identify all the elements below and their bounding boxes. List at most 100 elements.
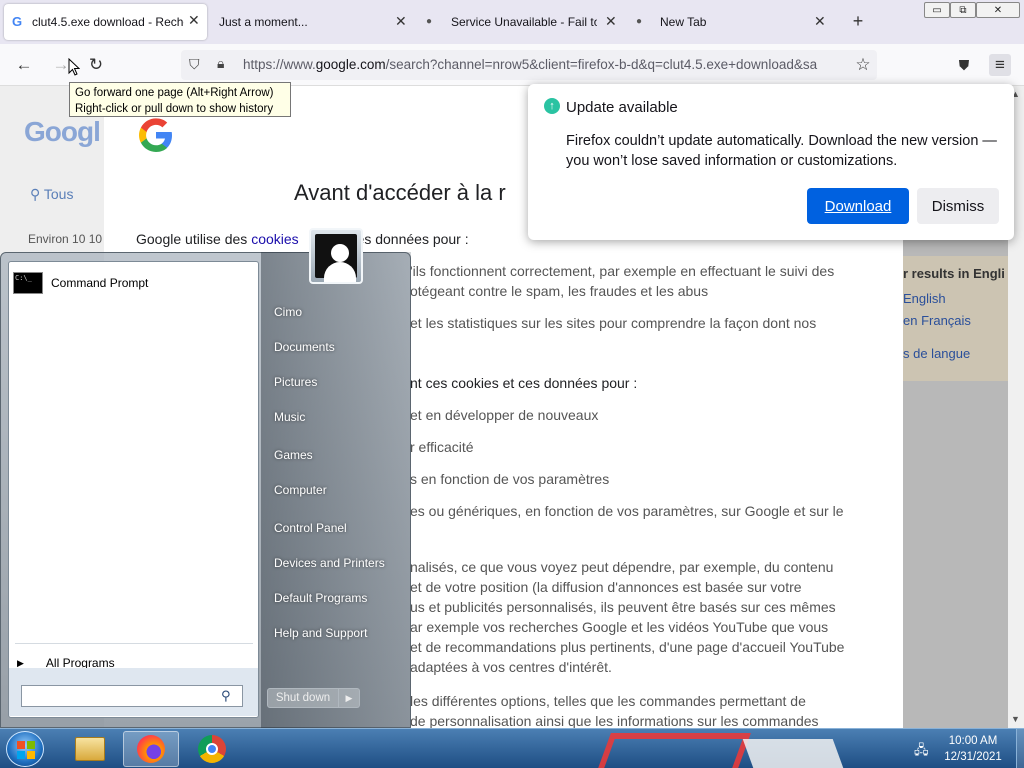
- start-item-devices-printers[interactable]: Devices and Printers: [274, 556, 385, 570]
- start-item-music[interactable]: Music: [274, 410, 305, 424]
- consent-line: et de votre position (la diffusion d'ann…: [410, 579, 802, 595]
- consent-line: nalisés, ce que vous voyez peut dépendre…: [410, 559, 834, 575]
- google-favicon-icon: G: [12, 14, 23, 29]
- shut-down-button[interactable]: Shut down: [267, 688, 339, 708]
- start-item-documents[interactable]: Documents: [274, 340, 335, 354]
- start-search-area: ⚲: [9, 668, 258, 716]
- tab-close-icon[interactable]: ✕: [814, 13, 826, 30]
- tab-service-unavailable[interactable]: ● Service Unavailable - Fail to c ✕: [420, 0, 632, 44]
- language-settings-link[interactable]: s de langue: [903, 346, 970, 361]
- language-panel: r results in Engli English en Français s…: [903, 256, 1008, 381]
- cookies-link[interactable]: cookies: [251, 231, 298, 247]
- start-menu-programs-pane: C:\_ Command Prompt ▶ All Programs: [8, 261, 259, 718]
- lock-icon[interactable]: 🔒︎: [217, 55, 224, 72]
- tab-close-icon[interactable]: ✕: [188, 12, 200, 29]
- back-button[interactable]: ←: [13, 54, 35, 76]
- consent-title: Avant d'accéder à la r: [294, 180, 506, 205]
- tab-all[interactable]: ⚲ Tous: [30, 186, 73, 203]
- language-heading: r results in Engli: [903, 266, 1005, 281]
- start-item-games[interactable]: Games: [274, 448, 313, 462]
- google-logo-faded: Googl: [24, 116, 101, 147]
- consent-intro: Google utilise des cookies es données po…: [136, 231, 469, 247]
- network-icon[interactable]: 🖧︎: [914, 741, 929, 763]
- new-tab-button[interactable]: +: [849, 11, 867, 32]
- clock-time: 10:00 AM: [948, 735, 998, 747]
- search-icon[interactable]: ⚲: [221, 688, 231, 704]
- system-clock[interactable]: 10:00 AM 12/31/2021: [936, 733, 1010, 765]
- consent-line: les différentes options, telles que les …: [410, 693, 806, 709]
- download-button[interactable]: Download: [807, 188, 909, 224]
- update-title: Update available: [566, 99, 678, 116]
- start-item-control-panel[interactable]: Control Panel: [274, 521, 347, 535]
- close-window-button[interactable]: ✕: [976, 2, 1020, 18]
- minimize-button[interactable]: ▭: [924, 2, 950, 18]
- pinned-item-label: Command Prompt: [51, 276, 149, 290]
- update-arrow-icon: ↑: [544, 98, 560, 114]
- desktop-screen: G clut4.5.exe download - Recherche ✕ Jus…: [0, 0, 1024, 768]
- mouse-pointer-icon: [68, 58, 80, 76]
- consent-line: de personnalisation ainsi que les inform…: [410, 713, 819, 728]
- consent-line: otégeant contre le spam, les fraudes et …: [410, 283, 709, 299]
- start-search-input[interactable]: [21, 685, 243, 707]
- tab-close-icon[interactable]: ✕: [605, 13, 617, 30]
- folder-icon: [75, 737, 105, 761]
- forward-tooltip: Go forward one page (Alt+Right Arrow) Ri…: [69, 82, 291, 117]
- tab-loading-dot-icon: ●: [426, 16, 433, 27]
- scroll-down-icon[interactable]: ▼: [1011, 714, 1020, 724]
- taskbar-file-explorer[interactable]: [62, 731, 118, 767]
- tooltip-line1: Go forward one page (Alt+Right Arrow): [75, 87, 274, 99]
- tab-active[interactable]: G clut4.5.exe download - Recherche ✕: [4, 4, 207, 40]
- start-item-help-support[interactable]: Help and Support: [274, 626, 367, 640]
- windows-logo-icon: [17, 741, 35, 759]
- taskbar-chrome[interactable]: [184, 731, 240, 767]
- tab-close-icon[interactable]: ✕: [395, 13, 407, 30]
- pinned-command-prompt[interactable]: C:\_ Command Prompt: [13, 270, 256, 296]
- consent-line: us et publicités personnalisés, ils peuv…: [410, 599, 836, 615]
- consent-line: et de recommandations plus pertinents, d…: [410, 639, 845, 655]
- consent-line: ar exemple vos recherches Google et les …: [410, 619, 829, 635]
- taskbar: 🖧︎ 10:00 AM 12/31/2021: [0, 728, 1024, 768]
- results-count: Environ 10 10: [28, 232, 103, 246]
- firefox-icon: [137, 735, 165, 763]
- consent-line: es ou génériques, en fonction de vos par…: [410, 503, 844, 519]
- url-bar[interactable]: ⛉ 🔒︎ https://www.google.com/search?chann…: [181, 50, 877, 80]
- start-button[interactable]: [6, 731, 44, 767]
- tracking-shield-icon[interactable]: ⛉: [189, 56, 200, 73]
- start-item-pictures[interactable]: Pictures: [274, 375, 317, 389]
- divider: [15, 643, 253, 644]
- reload-button[interactable]: ↻: [85, 54, 107, 76]
- start-item-computer[interactable]: Computer: [274, 483, 327, 497]
- taskbar-firefox[interactable]: [123, 731, 179, 767]
- start-item-cimo[interactable]: Cimo: [274, 305, 302, 319]
- chrome-icon: [198, 735, 226, 763]
- dismiss-button[interactable]: Dismiss: [917, 188, 999, 224]
- tooltip-line2: Right-click or pull down to show history: [75, 103, 274, 115]
- language-link-english[interactable]: English: [903, 291, 946, 306]
- app-menu-button[interactable]: ≡: [989, 54, 1011, 76]
- wallpaper-peek: [560, 729, 900, 768]
- google-g-logo-icon: [139, 118, 172, 152]
- navigation-toolbar: ← → ↻ ⛉ 🔒︎ https://www.google.com/search…: [0, 44, 1024, 86]
- consent-line: 'ils fonctionnent correctement, par exem…: [410, 263, 835, 279]
- pocket-icon[interactable]: ⛊: [953, 54, 975, 76]
- tab-title: Just a moment...: [219, 15, 308, 29]
- restore-button[interactable]: ⧉: [950, 2, 976, 18]
- update-available-panel: ↑ Update available Firefox couldn’t upda…: [528, 84, 1014, 240]
- tab-strip: G clut4.5.exe download - Recherche ✕ Jus…: [0, 0, 1024, 44]
- clock-date: 12/31/2021: [944, 751, 1002, 763]
- tab-title: New Tab: [660, 15, 707, 29]
- url-text[interactable]: https://www.google.com/search?channel=nr…: [243, 57, 843, 72]
- shut-down-options-icon[interactable]: ▶: [339, 688, 360, 708]
- show-desktop-button[interactable]: [1016, 729, 1024, 768]
- start-item-default-programs[interactable]: Default Programs: [274, 591, 367, 605]
- bookmark-star-icon[interactable]: ☆: [852, 54, 874, 76]
- language-link-french[interactable]: en Français: [903, 313, 971, 328]
- chevron-right-icon: ▶: [17, 657, 24, 668]
- search-icon: ⚲: [30, 186, 44, 202]
- tab-just-a-moment[interactable]: Just a moment... ✕: [207, 0, 410, 44]
- consent-line: et les statistiques sur les sites pour c…: [410, 315, 817, 331]
- user-avatar[interactable]: [309, 228, 363, 284]
- consent-line: s en fonction de vos paramètres: [410, 471, 610, 487]
- start-menu: C:\_ Command Prompt ▶ All Programs: [0, 252, 411, 728]
- tab-new-tab[interactable]: ● New Tab ✕: [636, 0, 836, 44]
